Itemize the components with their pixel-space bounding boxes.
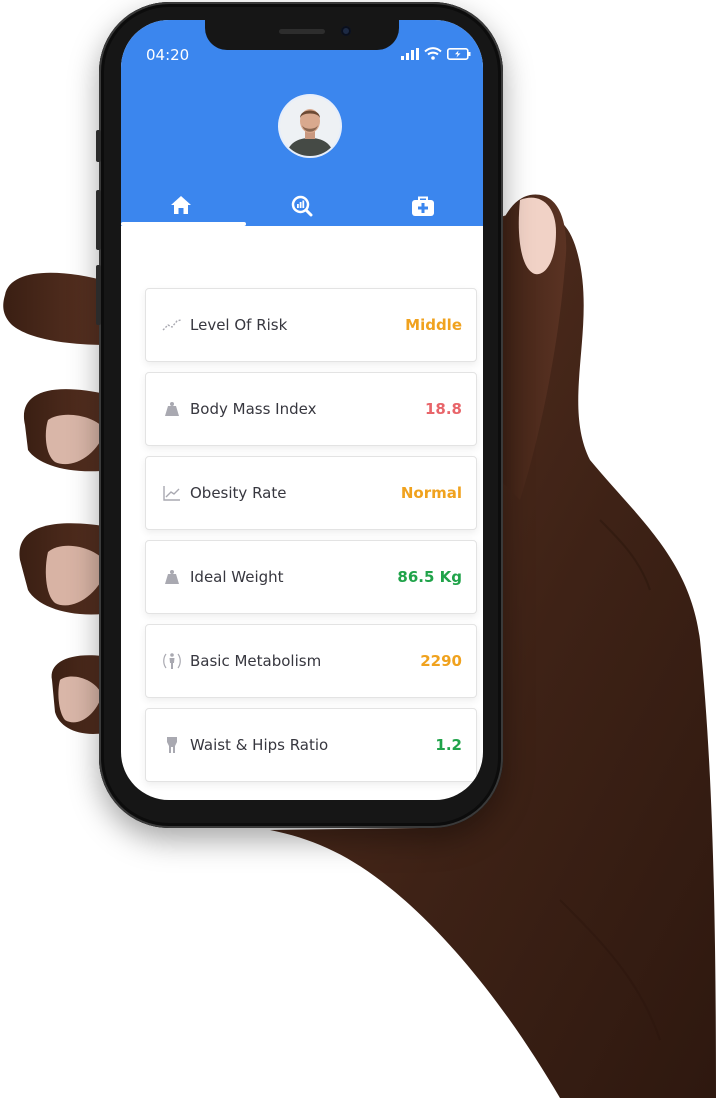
- wifi-icon: [424, 47, 442, 60]
- first-aid-kit-icon: [411, 196, 434, 216]
- battery-icon: [447, 47, 471, 60]
- status-time: 04:20: [146, 46, 190, 64]
- active-tab-indicator: [121, 222, 246, 226]
- metric-value: 86.5 Kg: [397, 568, 462, 586]
- metric-card-waist-hips-ratio[interactable]: Waist & Hips Ratio 1.2: [145, 708, 477, 782]
- metric-label: Obesity Rate: [190, 484, 287, 502]
- metric-label: Ideal Weight: [190, 568, 284, 586]
- metric-value: 1.2: [435, 736, 462, 754]
- person-icon: [162, 652, 182, 670]
- line-chart-icon: [162, 484, 182, 502]
- search-chart-icon: [291, 195, 313, 217]
- app-header: 04:20: [121, 20, 483, 226]
- avatar-photo: [280, 96, 340, 156]
- metric-label: Level Of Risk: [190, 316, 288, 334]
- metric-value: 18.8: [424, 400, 462, 418]
- tab-medical[interactable]: [362, 185, 483, 226]
- metric-value: 2290: [420, 652, 462, 670]
- tab-bar: [121, 185, 483, 226]
- user-avatar[interactable]: [280, 96, 340, 156]
- metric-card-obesity-rate[interactable]: Obesity Rate Normal: [145, 456, 477, 530]
- metric-value: Normal: [400, 484, 462, 502]
- mute-switch: [96, 130, 101, 162]
- weight-icon: [162, 400, 182, 418]
- earpiece: [279, 29, 325, 34]
- metric-card-basic-metabolism[interactable]: Basic Metabolism 2290: [145, 624, 477, 698]
- home-icon: [171, 196, 192, 214]
- trend-line-icon: [162, 316, 182, 334]
- phone-notch: [205, 20, 399, 50]
- metric-card-ideal-weight[interactable]: Ideal Weight 86.5 Kg: [145, 540, 477, 614]
- tab-home[interactable]: [121, 185, 242, 226]
- metric-card-body-mass-index[interactable]: Body Mass Index 18.8: [145, 372, 477, 446]
- metric-label: Waist & Hips Ratio: [190, 736, 329, 754]
- volume-down-button: [96, 265, 101, 325]
- signal-icon: [401, 47, 419, 60]
- volume-up-button: [96, 190, 101, 250]
- front-camera: [341, 26, 351, 36]
- metric-label: Body Mass Index: [190, 400, 317, 418]
- metric-label: Basic Metabolism: [190, 652, 322, 670]
- waist-icon: [162, 736, 182, 754]
- metric-card-level-of-risk[interactable]: Level Of Risk Middle: [145, 288, 477, 362]
- weight-icon: [162, 568, 182, 586]
- phone-screen: 04:20 Level Of Risk Middle Body Mass Ind…: [121, 20, 483, 800]
- metric-value: Middle: [405, 316, 462, 334]
- status-icons: [401, 47, 471, 60]
- tab-search[interactable]: [242, 185, 363, 226]
- metrics-list: Level Of Risk Middle Body Mass Index 18.…: [145, 288, 477, 792]
